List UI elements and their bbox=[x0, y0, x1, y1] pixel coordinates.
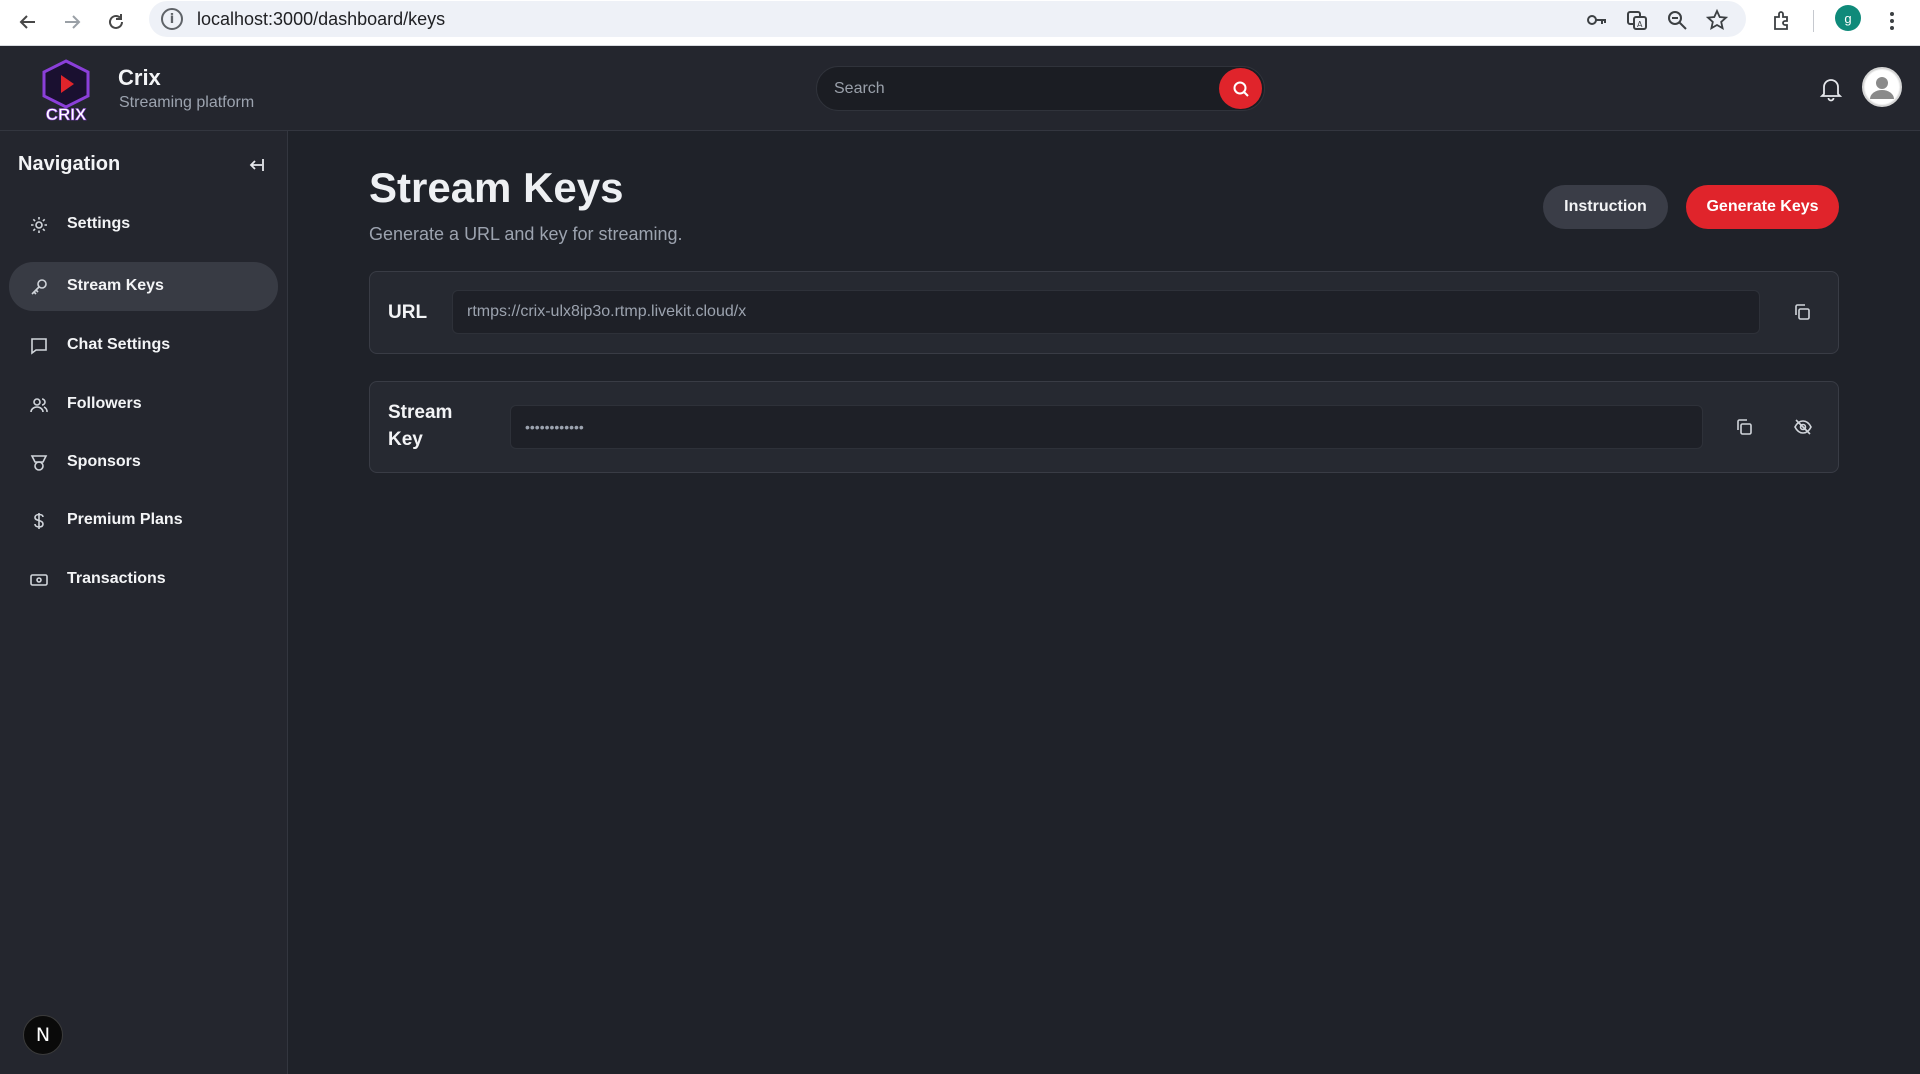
generate-keys-button[interactable]: Generate Keys bbox=[1686, 185, 1839, 229]
cash-icon bbox=[29, 570, 49, 590]
sidebar-item-settings[interactable]: Settings bbox=[9, 200, 278, 249]
key-icon[interactable] bbox=[1584, 7, 1610, 33]
profile-avatar[interactable]: g bbox=[1835, 5, 1861, 31]
page-title: Stream Keys bbox=[369, 164, 624, 211]
collapse-left-icon bbox=[249, 159, 264, 171]
url-card: URL bbox=[369, 271, 1839, 354]
bookmark-star-icon[interactable] bbox=[1704, 7, 1730, 33]
eye-off-icon bbox=[1794, 419, 1812, 435]
sidebar: Navigation Settings Stream Keys Chat Set… bbox=[0, 131, 288, 1074]
url-label: URL bbox=[388, 302, 428, 323]
sidebar-item-label: Stream Keys bbox=[67, 277, 164, 294]
sidebar-item-chat-settings[interactable]: Chat Settings bbox=[9, 321, 278, 370]
toggle-key-visibility-button[interactable] bbox=[1787, 411, 1819, 443]
sidebar-item-label: Transactions bbox=[67, 570, 166, 587]
sidebar-item-followers[interactable]: Followers bbox=[9, 380, 278, 429]
search-input[interactable] bbox=[834, 67, 1214, 110]
reload-icon[interactable] bbox=[98, 4, 134, 40]
sidebar-item-label: Sponsors bbox=[67, 453, 141, 470]
instruction-button[interactable]: Instruction bbox=[1543, 185, 1668, 229]
bell-icon[interactable] bbox=[1818, 76, 1846, 104]
sidebar-item-label: Settings bbox=[67, 215, 131, 232]
search-bar bbox=[816, 66, 1265, 111]
user-avatar[interactable] bbox=[1862, 67, 1902, 107]
extensions-icon[interactable] bbox=[1765, 4, 1799, 38]
translate-icon[interactable]: A bbox=[1624, 7, 1650, 33]
nextjs-badge[interactable]: N bbox=[23, 1015, 63, 1055]
sidebar-item-transactions[interactable]: Transactions bbox=[9, 555, 278, 604]
app-header: CRIX Crix Streaming platform bbox=[0, 46, 1920, 131]
menu-dots-icon[interactable] bbox=[1875, 4, 1909, 38]
stream-key-field[interactable] bbox=[510, 405, 1703, 449]
copy-key-button[interactable] bbox=[1728, 411, 1760, 443]
stream-key-label-line1: Stream bbox=[388, 402, 453, 423]
search-button[interactable] bbox=[1219, 68, 1262, 109]
sidebar-item-label: Followers bbox=[67, 395, 142, 412]
address-bar[interactable]: i localhost:3000/dashboard/keys A bbox=[149, 1, 1746, 37]
copy-icon bbox=[1737, 419, 1752, 435]
page-subtitle: Generate a URL and key for streaming. bbox=[369, 224, 683, 244]
stream-key-card: Stream Key bbox=[369, 381, 1839, 473]
search-icon bbox=[1233, 81, 1249, 97]
browser-toolbar: i localhost:3000/dashboard/keys A g bbox=[0, 0, 1920, 46]
collapse-sidebar-button[interactable] bbox=[242, 151, 270, 179]
brand-subtitle: Streaming platform bbox=[119, 94, 255, 111]
back-icon[interactable] bbox=[10, 4, 46, 40]
chat-icon bbox=[29, 336, 49, 356]
info-icon[interactable]: i bbox=[161, 8, 183, 30]
stream-key-label-line2: Key bbox=[388, 429, 423, 450]
dollar-icon bbox=[29, 511, 49, 531]
svg-text:CRIX: CRIX bbox=[46, 105, 87, 122]
brand-title: Crix bbox=[118, 65, 161, 90]
url-field[interactable] bbox=[452, 290, 1760, 334]
copy-icon bbox=[1795, 304, 1810, 320]
sidebar-item-label: Chat Settings bbox=[67, 336, 171, 353]
sidebar-item-sponsors[interactable]: Sponsors bbox=[9, 438, 278, 487]
key-icon bbox=[29, 277, 49, 297]
users-icon bbox=[29, 395, 49, 415]
sidebar-item-premium-plans[interactable]: Premium Plans bbox=[9, 496, 278, 545]
zoom-icon[interactable] bbox=[1664, 7, 1690, 33]
sidebar-title: Navigation bbox=[18, 153, 121, 175]
crix-logo[interactable]: CRIX bbox=[38, 58, 94, 124]
gear-icon bbox=[29, 215, 49, 235]
url-text[interactable]: localhost:3000/dashboard/keys bbox=[197, 9, 445, 30]
badge-icon bbox=[29, 453, 49, 473]
sidebar-item-stream-keys[interactable]: Stream Keys bbox=[9, 262, 278, 311]
copy-url-button[interactable] bbox=[1786, 296, 1818, 328]
svg-text:A: A bbox=[1637, 20, 1643, 29]
sidebar-item-label: Premium Plans bbox=[67, 511, 183, 528]
stream-key-label: Stream Key bbox=[388, 399, 452, 453]
toolbar-divider bbox=[1813, 10, 1814, 32]
forward-icon[interactable] bbox=[54, 4, 90, 40]
